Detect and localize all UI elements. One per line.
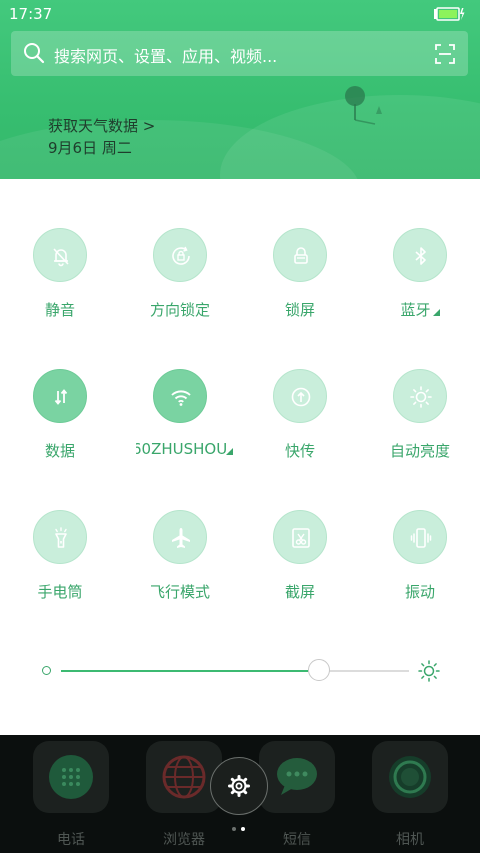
toggle-bluetooth[interactable]: 蓝牙 — [360, 228, 480, 338]
toggle-label: 飞行模式 — [149, 583, 210, 601]
toggle-wifi[interactable]: 60ZHUSHOU — [120, 369, 240, 479]
mute-bell-icon — [53, 248, 69, 267]
search-bar[interactable]: 搜索网页、设置、应用、视频... — [11, 31, 468, 76]
bluetooth-icon — [415, 247, 426, 265]
toggle-circle[interactable] — [153, 369, 207, 423]
dock-app-label: 电话 — [57, 832, 85, 848]
lock-icon — [294, 247, 308, 264]
toggle-label: 手电筒 — [37, 583, 83, 601]
fast-transfer-icon — [291, 387, 311, 407]
page-indicator — [232, 827, 248, 833]
dock-app-label: 短信 — [283, 832, 311, 848]
brightness-slider-thumb[interactable] — [307, 659, 330, 681]
toggle-circle[interactable] — [393, 369, 447, 423]
toggle-rotation-lock[interactable]: 方向锁定 — [120, 228, 240, 338]
vibrate-icon — [410, 528, 432, 548]
toggle-vibrate[interactable]: 振动 — [360, 510, 480, 620]
airplane-icon — [172, 528, 190, 548]
camera-app-icon[interactable] — [372, 741, 448, 813]
battery-charging-icon — [434, 7, 465, 21]
toggle-label: 静音 — [44, 301, 75, 319]
dock-app-messages[interactable]: 短信 — [259, 741, 335, 851]
toggle-mobile-data[interactable]: 数据 — [0, 369, 120, 479]
status-time: 17:37 — [9, 5, 53, 23]
toggle-label: 自动亮度 — [389, 442, 450, 460]
page-dot-active — [241, 827, 245, 831]
dock-app-phone[interactable]: 电话 — [33, 741, 109, 851]
search-icon — [24, 43, 45, 64]
toggle-label: 振动 — [404, 583, 435, 601]
brightness-high-icon — [418, 660, 440, 682]
dock-app-camera[interactable]: 相机 — [372, 741, 448, 851]
flashlight-icon — [55, 527, 67, 548]
more-options-indicator — [432, 309, 440, 316]
toggle-label: 锁屏 — [284, 301, 315, 319]
screenshot-icon — [292, 528, 310, 548]
dock-app-browser[interactable]: 浏览器 — [146, 741, 222, 851]
mobile-data-icon — [54, 389, 68, 405]
dock-app-label: 相机 — [396, 832, 424, 848]
toggle-circle[interactable] — [273, 369, 327, 423]
brightness-slider[interactable] — [61, 659, 409, 681]
messages-app-icon[interactable] — [259, 741, 335, 813]
toggle-circle[interactable] — [33, 369, 87, 423]
toggle-circle[interactable] — [273, 228, 327, 282]
toggle-circle[interactable] — [393, 510, 447, 564]
toggle-circle[interactable] — [153, 510, 207, 564]
toggle-label: 蓝牙 — [360, 299, 480, 320]
tree-icon — [345, 86, 382, 125]
page-dot — [232, 827, 236, 831]
notification-header: 17:37 搜索网页、设置、应用、视频... 获取天气数据 > 9月6日 周二 — [0, 0, 480, 179]
date-text: 9月6日 周二 — [48, 139, 132, 157]
brightness-low-icon — [42, 666, 51, 675]
brightness-slider-fill — [61, 670, 308, 672]
scan-icon[interactable] — [434, 43, 456, 65]
toggle-auto-brightness[interactable]: 自动亮度 — [360, 369, 480, 479]
weather-link[interactable]: 获取天气数据 > — [48, 115, 155, 136]
toggle-screenshot[interactable]: 截屏 — [240, 510, 360, 620]
toggle-circle[interactable] — [153, 228, 207, 282]
toggle-circle[interactable] — [393, 228, 447, 282]
phone-app-icon[interactable] — [33, 741, 109, 813]
toggle-circle[interactable] — [273, 510, 327, 564]
status-bar: 17:37 — [0, 0, 480, 28]
toggle-label: 60ZHUSHOU — [136, 440, 228, 458]
toggle-fast-transfer[interactable]: 快传 — [240, 369, 360, 479]
settings-button[interactable] — [210, 757, 268, 815]
toggle-lock-screen[interactable]: 锁屏 — [240, 228, 360, 338]
toggle-label: 数据 — [44, 442, 75, 460]
toggle-circle[interactable] — [33, 510, 87, 564]
toggle-circle[interactable] — [33, 228, 87, 282]
auto-brightness-icon — [410, 386, 432, 408]
rotation-lock-icon — [172, 246, 190, 265]
search-input[interactable]: 搜索网页、设置、应用、视频... — [54, 43, 277, 67]
toggle-label: 快传 — [284, 442, 315, 460]
dock-app-label: 浏览器 — [163, 832, 205, 848]
toggle-label: 方向锁定 — [149, 301, 210, 319]
toggle-flashlight[interactable]: 手电筒 — [0, 510, 120, 620]
more-options-indicator — [226, 448, 233, 455]
toggle-airplane-mode[interactable]: 飞行模式 — [120, 510, 240, 620]
toggle-mute[interactable]: 静音 — [0, 228, 120, 338]
toggle-label: 截屏 — [284, 583, 315, 601]
gear-icon — [228, 775, 250, 797]
wifi-icon — [171, 390, 191, 406]
